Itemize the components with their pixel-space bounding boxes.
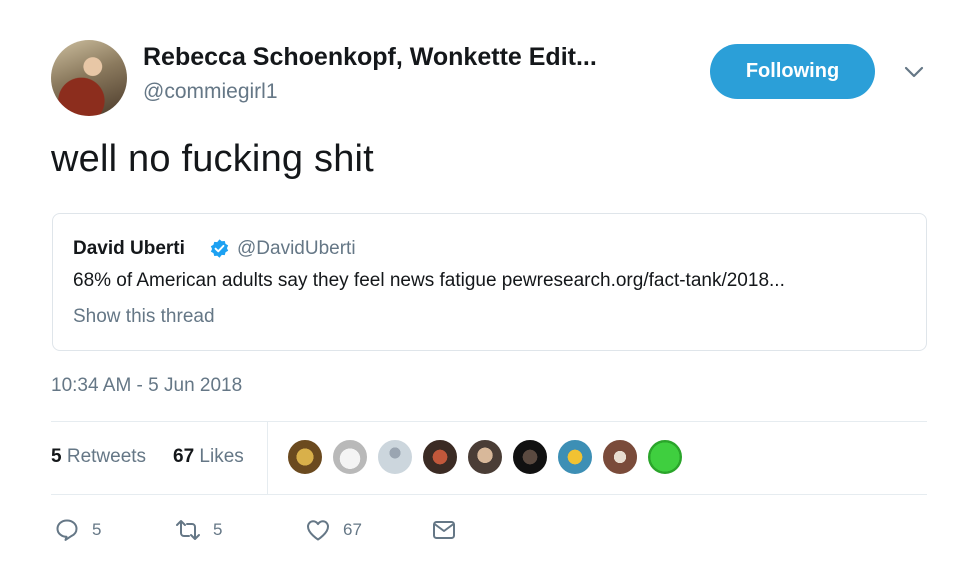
quoted-tweet-card[interactable]: David Uberti @DavidUberti 68% of America…: [52, 213, 927, 351]
retweet-count: 5: [213, 520, 223, 539]
retweets-count: 5: [51, 446, 62, 467]
likes-count: 67: [173, 446, 195, 467]
tweet-text: well no fucking shit: [51, 138, 374, 180]
following-button[interactable]: Following: [710, 44, 875, 99]
divider: [51, 494, 927, 495]
liker-avatar[interactable]: [646, 438, 684, 476]
liker-avatar[interactable]: [601, 438, 639, 476]
liker-avatar[interactable]: [331, 438, 369, 476]
chevron-down-icon[interactable]: [903, 62, 925, 82]
tweet-timestamp[interactable]: 10:34 AM - 5 Jun 2018: [51, 375, 242, 397]
heart-icon: [307, 520, 329, 541]
likes-stat[interactable]: 67 Likes: [173, 446, 244, 468]
verified-badge-icon: [210, 239, 229, 258]
liker-avatar[interactable]: [421, 438, 459, 476]
divider: [51, 421, 927, 422]
likes-label: Likes: [199, 446, 244, 467]
retweet-icon: [176, 520, 200, 540]
reply-icon: [56, 519, 78, 541]
liker-avatars: [286, 438, 691, 476]
like-button[interactable]: 67: [305, 516, 362, 544]
quoted-author-name: David Uberti: [73, 238, 185, 259]
liker-avatar[interactable]: [376, 438, 414, 476]
quoted-tweet-text: 68% of American adults say they feel new…: [73, 270, 785, 291]
liker-avatar[interactable]: [286, 438, 324, 476]
liker-avatar[interactable]: [556, 438, 594, 476]
retweets-stat[interactable]: 5 Retweets: [51, 446, 146, 468]
like-count: 67: [343, 520, 362, 539]
retweets-label: Retweets: [66, 446, 147, 467]
show-thread-link[interactable]: Show this thread: [73, 306, 215, 328]
author-avatar[interactable]: [51, 40, 127, 116]
direct-message-button[interactable]: [431, 516, 457, 544]
quoted-author-handle: @DavidUberti: [237, 238, 356, 259]
retweet-button[interactable]: 5: [175, 516, 222, 544]
direct-message-icon: [433, 521, 455, 539]
liker-avatar[interactable]: [466, 438, 504, 476]
author-handle[interactable]: @commiegirl1: [143, 80, 278, 104]
reply-button[interactable]: 5: [54, 516, 101, 544]
liker-avatar[interactable]: [511, 438, 549, 476]
divider: [267, 421, 268, 494]
reply-count: 5: [92, 520, 102, 539]
author-name[interactable]: Rebecca Schoenkopf, Wonkette Edit...: [143, 43, 597, 72]
